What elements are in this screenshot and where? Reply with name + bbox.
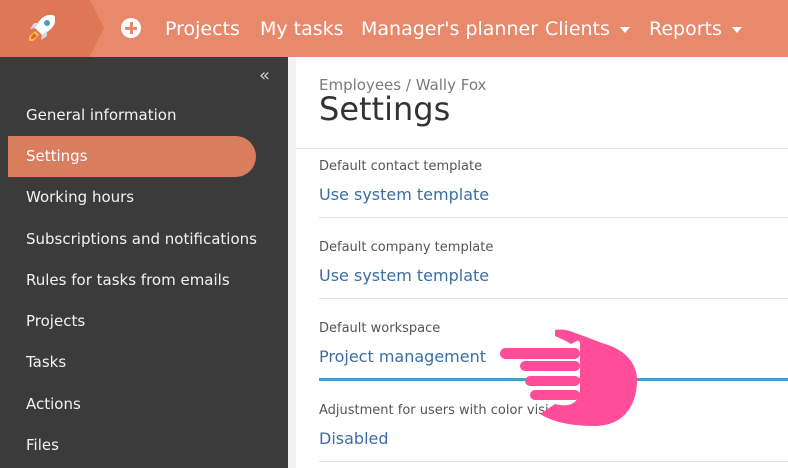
caret-down-icon [731,26,742,33]
sidebar-item-projects[interactable]: Projects [8,301,256,342]
field-label-company-template: Default company template [319,240,494,255]
sidebar-item-label: Rules for tasks from emails [26,271,230,289]
sidebar-item-label: General information [26,106,177,124]
sidebar-item-working-hours[interactable]: Working hours [8,177,256,218]
sidebar-item-general-information[interactable]: General information [8,95,256,136]
sidebar-item-rules-tasks-emails[interactable]: Rules for tasks from emails [8,260,256,301]
sidebar-item-label: Projects [26,312,86,330]
plus-circle-icon[interactable] [121,18,141,38]
nav-label: Projects [165,17,240,40]
rocket-icon [29,15,55,41]
nav-label: Reports [649,17,722,40]
field-label-default-workspace: Default workspace [319,321,441,336]
sidebar-item-label: Tasks [26,353,67,371]
content-divider [288,57,296,468]
nav-my-tasks[interactable]: My tasks [260,0,344,57]
field-value-default-workspace[interactable]: Project management [319,347,486,366]
nav-projects[interactable]: Projects [165,0,240,57]
field-label-contact-template: Default contact template [319,159,483,174]
title-separator [296,148,788,149]
pointing-hand-icon [500,329,637,426]
field-value-company-template[interactable]: Use system template [319,266,489,285]
sidebar-item-subscriptions[interactable]: Subscriptions and notifications [8,219,257,260]
sidebar-item-tasks[interactable]: Tasks [8,342,256,383]
sidebar-item-label: Subscriptions and notifications [26,230,257,248]
logo[interactable] [0,0,90,57]
field-underline [319,217,788,218]
nav-label: Manager's planner [361,17,539,40]
page-title: Settings [319,90,451,128]
double-chevron-left-icon[interactable]: « [259,66,279,86]
field-value-color-vision[interactable]: Disabled [319,429,389,448]
nav-managers-planner[interactable]: Manager's planner [361,0,538,57]
top-navigation-bar: Projects My tasks Manager's planner Clie… [0,0,788,57]
nav-label: My tasks [260,17,344,40]
sidebar-item-files[interactable]: Files [8,425,256,466]
logo-notch [90,0,104,56]
sidebar-item-settings[interactable]: Settings [8,136,256,177]
sidebar-item-label: Settings [26,147,88,165]
sidebar-item-label: Working hours [26,188,135,206]
nav-label: Clients [545,17,610,40]
sidebar-item-label: Actions [26,395,81,413]
sidebar-item-label: Files [26,436,59,454]
nav-clients[interactable]: Clients [545,0,630,57]
caret-down-icon [619,26,630,33]
sidebar-item-actions[interactable]: Actions [8,384,256,425]
field-underline [319,461,788,462]
field-value-contact-template[interactable]: Use system template [319,185,489,204]
nav-reports[interactable]: Reports [649,0,742,57]
field-underline [319,298,788,299]
